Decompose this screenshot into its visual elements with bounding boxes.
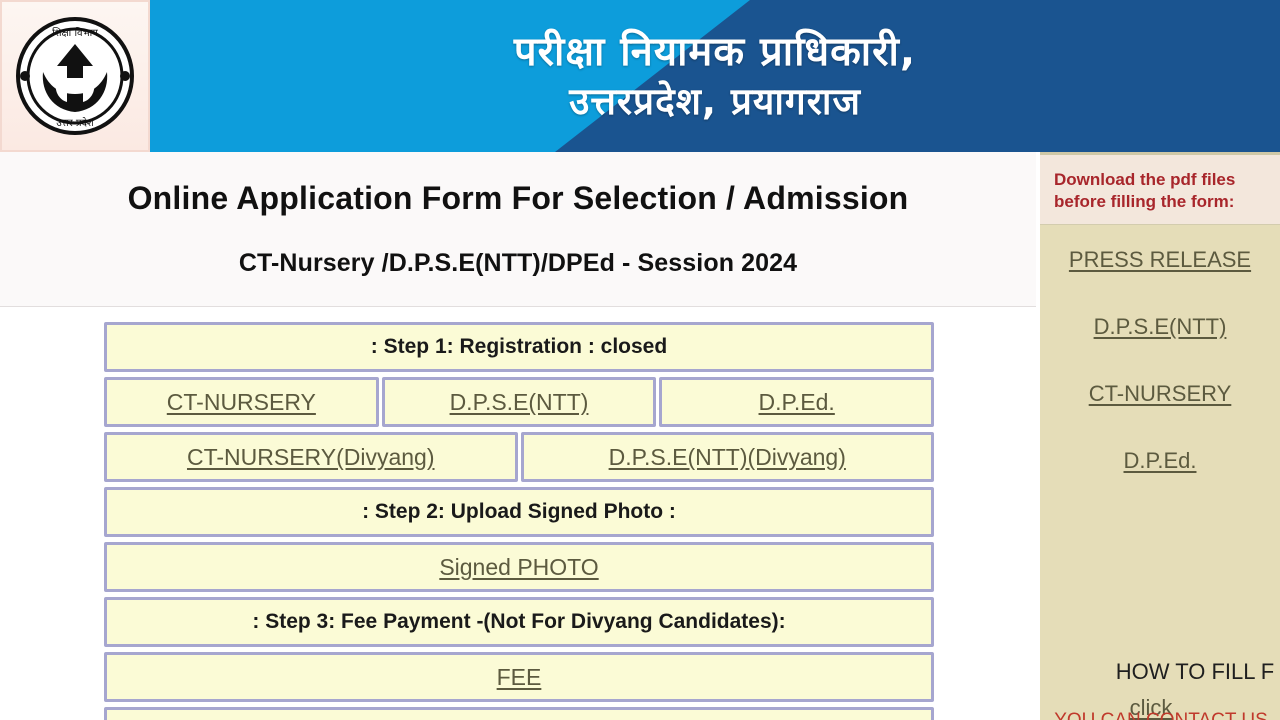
emblem-logo-cell: शिक्षा विभाग उत्तर प्रदेश [0,0,150,152]
downloads-sidebar: Download the pdf files before filling th… [1040,152,1280,720]
step-row: : Step 1: Registration : closed [104,322,934,372]
svg-text:शिक्षा विभाग: शिक्षा विभाग [52,27,98,39]
step-header-cell: : Step 3: Fee Payment -(Not For Divyang … [104,597,934,647]
sidebar-heading-line-2: before filling the form: [1054,192,1235,212]
step-header-cell: : Step 1: Registration : closed [104,322,934,372]
svg-text:उत्तर प्रदेश: उत्तर प्रदेश [56,117,94,129]
step-header-cell: : Step 4: FINAL PRINTOUT [104,707,934,720]
main-content: Online Application Form For Selection / … [0,152,1036,720]
sidebar-pdf-link[interactable]: CT-NURSERY [1089,381,1232,407]
step-link-cell[interactable]: D.P.S.E(NTT)(Divyang) [520,432,934,482]
step-link-cell[interactable]: Signed PHOTO [104,542,934,592]
step-link[interactable]: FEE [497,664,542,691]
step-link[interactable]: D.P.S.E(NTT)(Divyang) [609,444,846,471]
page-title-block: Online Application Form For Selection / … [0,152,1036,307]
steps-table: : Step 1: Registration : closed CT-NURSER… [104,322,935,720]
step-row: : Step 4: FINAL PRINTOUT [104,707,934,720]
step-link-cell[interactable]: CT-NURSERY [104,377,379,427]
step-link[interactable]: CT-NURSERY [167,389,316,416]
page-subtitle: CT-Nursery /D.P.S.E(NTT)/DPEd - Session … [238,249,798,277]
step-link-cell[interactable]: FEE [104,652,934,702]
banner-line-1: परीक्षा नियामक प्राधिकारी, [513,29,917,76]
step-row: Signed PHOTO [104,542,934,592]
sidebar-heading-line-1: Download the pdf files [1054,170,1236,189]
sidebar-link-list: PRESS RELEASE D.P.S.E(NTT) CT-NURSERY D.P.E… [1040,225,1280,515]
step-row: : Step 2: Upload Signed Photo : [104,487,934,537]
sidebar-pdf-link[interactable]: PRESS RELEASE [1069,247,1251,273]
how-to-fill-label: HOW TO FILL F [1115,659,1275,684]
site-header: शिक्षा विभाग उत्तर प्रदेश परीक्षा नियामक… [0,0,1280,152]
step-link-cell[interactable]: D.P.S.E(NTT) [381,377,657,427]
contact-us-text: YOU CAN CONTACT US [1040,710,1280,720]
step-link-cell[interactable]: CT-NURSERY(Divyang) [104,432,518,482]
sidebar-pdf-link[interactable]: D.P.S.E(NTT) [1094,314,1227,340]
banner-text-block: परीक्षा नियामक प्राधिकारी, उत्तरप्रदेश, … [150,0,1280,152]
step-link-cell[interactable]: D.P.Ed. [659,377,935,427]
step-link[interactable]: CT-NURSERY(Divyang) [187,444,435,471]
banner-line-2: उत्तरप्रदेश, प्रयागराज [569,79,861,123]
up-education-department-emblem-icon: शिक्षा विभाग उत्तर प्रदेश [16,17,134,135]
step-link[interactable]: D.P.Ed. [759,389,835,416]
page-title: Online Application Form For Selection / … [127,180,909,216]
authority-banner: परीक्षा नियामक प्राधिकारी, उत्तरप्रदेश, … [150,0,1280,152]
sidebar-pdf-link[interactable]: D.P.Ed. [1124,448,1197,474]
sidebar-heading: Download the pdf files before filling th… [1040,155,1280,225]
step-header-cell: : Step 2: Upload Signed Photo : [104,487,934,537]
step-row: CT-NURSERY(Divyang) D.P.S.E(NTT)(Divyang) [104,432,934,482]
step-row: CT-NURSERY D.P.S.E(NTT) D.P.Ed. [104,377,935,427]
step-row: FEE [104,652,934,702]
step-row: : Step 3: Fee Payment -(Not For Divyang … [104,597,934,647]
step-link[interactable]: D.P.S.E(NTT) [450,389,589,416]
step-link[interactable]: Signed PHOTO [439,554,598,581]
